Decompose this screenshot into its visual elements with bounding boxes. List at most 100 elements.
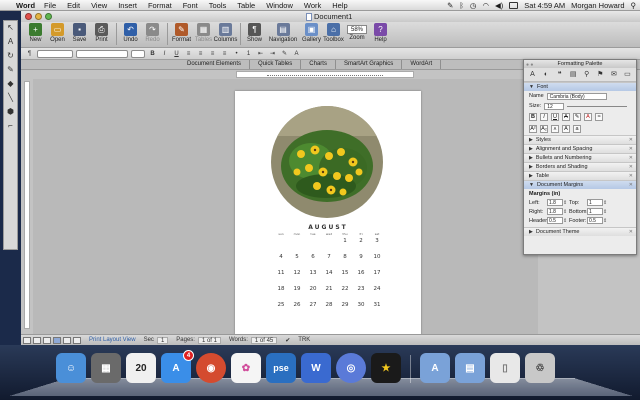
menu-app-name[interactable]: Word bbox=[16, 1, 35, 10]
volume-icon[interactable]: ◀) bbox=[495, 1, 503, 10]
menu-window[interactable]: Window bbox=[266, 1, 293, 10]
stepper-icon[interactable]: ⇕ bbox=[603, 200, 609, 206]
object-palette-icon[interactable]: ◐ bbox=[542, 70, 551, 79]
strikethrough-icon[interactable]: A bbox=[562, 113, 570, 121]
wifi-icon[interactable]: ◠ bbox=[482, 1, 489, 10]
undo-button[interactable]: ↶ Undo bbox=[120, 23, 141, 43]
battery-icon[interactable] bbox=[509, 1, 519, 9]
preferences-icon[interactable]: ▭ bbox=[623, 70, 632, 79]
print-button[interactable]: ⎙ Print bbox=[91, 23, 112, 43]
time-machine-icon[interactable]: ◷ bbox=[470, 1, 477, 10]
print-layout-view-icon[interactable] bbox=[53, 336, 61, 344]
font-size-field[interactable]: 12 bbox=[544, 102, 565, 110]
section-close-icon[interactable]: ✕ bbox=[629, 228, 633, 237]
menu-user[interactable]: Morgan Howard bbox=[571, 1, 624, 10]
tab-charts[interactable]: Charts bbox=[301, 60, 336, 69]
menu-tools[interactable]: Tools bbox=[209, 1, 227, 10]
menu-insert[interactable]: Insert bbox=[118, 1, 137, 10]
reference-tools-icon[interactable]: ⚲ bbox=[582, 70, 591, 79]
borders-section-header[interactable]: ▶ Borders and Shading ✕ bbox=[524, 162, 636, 171]
publishing-view-icon[interactable] bbox=[43, 336, 51, 344]
pencil-icon[interactable]: ✎ bbox=[6, 65, 16, 75]
zoom-field[interactable]: 58% bbox=[347, 25, 367, 34]
italic-icon[interactable]: I bbox=[540, 113, 548, 121]
font-size-dropdown[interactable] bbox=[131, 49, 145, 58]
zoom-control[interactable]: 58% Zoom bbox=[345, 23, 369, 41]
table-section-header[interactable]: ▶ Table ✕ bbox=[524, 171, 636, 180]
imovie-star-icon[interactable]: ★ bbox=[371, 353, 401, 383]
theme-section-header[interactable]: ▶ Document Theme ✕ bbox=[524, 227, 636, 236]
bold-icon[interactable]: B bbox=[148, 50, 157, 58]
menu-format[interactable]: Format bbox=[148, 1, 172, 10]
underline-icon[interactable]: U bbox=[172, 50, 181, 58]
palette-title-bar[interactable]: ● ● Formatting Palette bbox=[524, 60, 636, 68]
horizontal-ruler[interactable] bbox=[236, 71, 414, 78]
open-button[interactable]: ▭ Open bbox=[47, 23, 68, 43]
margins-section-header[interactable]: ▼ Document Margins ✕ bbox=[524, 180, 636, 189]
menu-view[interactable]: View bbox=[91, 1, 107, 10]
right-margin-field[interactable]: 1.8 bbox=[547, 208, 563, 215]
menu-table[interactable]: Table bbox=[237, 1, 255, 10]
columns-button[interactable]: ▥ Columns bbox=[214, 23, 237, 43]
full-screen-view-icon[interactable] bbox=[73, 336, 81, 344]
style-dropdown[interactable] bbox=[37, 49, 73, 58]
highlight-icon[interactable]: ✎ bbox=[280, 50, 289, 58]
underline-icon[interactable]: U bbox=[551, 113, 559, 121]
downloads-stack-icon[interactable]: ▯ bbox=[490, 353, 520, 383]
bottom-margin-field[interactable]: 1 bbox=[587, 208, 603, 215]
show-button[interactable]: ¶ Show bbox=[244, 23, 265, 43]
align-left-icon[interactable]: ≡ bbox=[184, 50, 193, 58]
tab-wordart[interactable]: WordArt bbox=[402, 60, 442, 69]
justify-icon[interactable]: ≡ bbox=[220, 50, 229, 58]
superscript-icon[interactable]: A² bbox=[529, 125, 537, 133]
menu-work[interactable]: Work bbox=[304, 1, 321, 10]
alignment-section-header[interactable]: ▶ Alignment and Spacing ✕ bbox=[524, 144, 636, 153]
indent-icon[interactable]: ⇥ bbox=[268, 50, 277, 58]
tab-quick-tables[interactable]: Quick Tables bbox=[250, 60, 302, 69]
numbering-icon[interactable]: 1 bbox=[244, 50, 253, 58]
footer-margin-field[interactable]: 0.5 bbox=[587, 217, 603, 224]
line-icon[interactable]: ╲ bbox=[6, 93, 16, 103]
header-margin-field[interactable]: 0.5 bbox=[547, 217, 563, 224]
align-center-icon[interactable]: ≡ bbox=[196, 50, 205, 58]
ical-icon[interactable]: 20 bbox=[126, 353, 156, 383]
highlight-icon[interactable]: ✎ bbox=[573, 113, 581, 121]
itunes-icon[interactable]: ◎ bbox=[336, 353, 366, 383]
redo-button[interactable]: ↷ Redo bbox=[142, 23, 163, 43]
app-store-icon[interactable]: A4 bbox=[161, 350, 194, 383]
stepper-icon[interactable]: ⇕ bbox=[603, 218, 609, 224]
vertical-ruler[interactable] bbox=[24, 81, 30, 329]
photoshop-elements-icon[interactable]: pse bbox=[266, 353, 296, 383]
save-button[interactable]: ▪ Save bbox=[69, 23, 90, 43]
font-color-icon[interactable]: A bbox=[292, 50, 301, 58]
flower-photo[interactable] bbox=[271, 106, 383, 218]
font-name-field[interactable]: Cambria (Body) bbox=[546, 92, 607, 100]
3d-shape-icon[interactable]: ⬢ bbox=[6, 107, 16, 117]
top-margin-field[interactable]: 1 bbox=[587, 199, 603, 206]
font-section-header[interactable]: ▼ Font bbox=[524, 82, 636, 91]
change-case-icon[interactable]: a bbox=[573, 125, 581, 133]
toolbox-button[interactable]: ⌂ Toolbox bbox=[323, 23, 344, 43]
spelling-check-icon[interactable]: ✔ bbox=[285, 337, 290, 344]
bluetooth-icon[interactable]: ᛒ bbox=[459, 1, 464, 10]
document-page[interactable]: AUGUST sun mon tue wed thu fri sat 123 4… bbox=[235, 91, 421, 335]
projects-icon[interactable]: ✉ bbox=[609, 70, 618, 79]
menu-edit[interactable]: Edit bbox=[67, 1, 80, 10]
applications-folder-icon[interactable]: A bbox=[420, 353, 450, 383]
menu-font[interactable]: Font bbox=[183, 1, 198, 10]
history-icon[interactable]: ↻ bbox=[6, 51, 16, 61]
outline-view-icon[interactable] bbox=[33, 336, 41, 344]
finder-icon[interactable]: ☺ bbox=[56, 353, 86, 383]
format-button[interactable]: ✎ Format bbox=[171, 23, 192, 43]
bullets-section-header[interactable]: ▶ Bullets and Numbering ✕ bbox=[524, 153, 636, 162]
menu-clock[interactable]: Sat 4:59 AM bbox=[524, 1, 565, 10]
scrapbook-icon[interactable]: ▤ bbox=[569, 70, 578, 79]
picasa-icon[interactable]: ✿ bbox=[231, 353, 261, 383]
trash-icon[interactable]: ♲ bbox=[525, 353, 555, 383]
text-effects-icon[interactable]: ≈ bbox=[595, 113, 603, 121]
spotlight-icon[interactable]: ⚲ bbox=[631, 1, 637, 10]
palette-window-controls-icon[interactable]: ● ● bbox=[526, 61, 533, 69]
zoom-window-icon[interactable] bbox=[45, 13, 52, 20]
chrome-icon[interactable]: ◉ bbox=[196, 353, 226, 383]
outdent-icon[interactable]: ⇤ bbox=[256, 50, 265, 58]
